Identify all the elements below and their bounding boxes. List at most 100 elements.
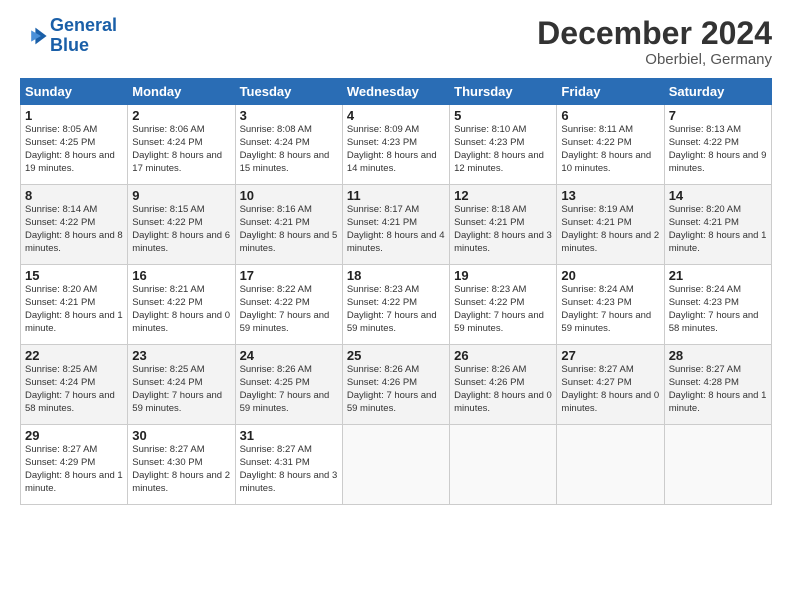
day-number: 24	[240, 348, 338, 363]
day-info: Sunrise: 8:19 AMSunset: 4:21 PMDaylight:…	[561, 204, 659, 255]
day-info: Sunrise: 8:06 AMSunset: 4:24 PMDaylight:…	[132, 124, 230, 175]
calendar-cell: 17Sunrise: 8:22 AMSunset: 4:22 PMDayligh…	[235, 265, 342, 345]
day-number: 6	[561, 108, 659, 123]
calendar-cell: 8Sunrise: 8:14 AMSunset: 4:22 PMDaylight…	[21, 185, 128, 265]
title-block: December 2024 Oberbiel, Germany	[537, 16, 772, 68]
day-number: 23	[132, 348, 230, 363]
day-number: 28	[669, 348, 767, 363]
day-info: Sunrise: 8:22 AMSunset: 4:22 PMDaylight:…	[240, 284, 338, 335]
day-info: Sunrise: 8:20 AMSunset: 4:21 PMDaylight:…	[25, 284, 123, 335]
header-day-tuesday: Tuesday	[235, 79, 342, 105]
calendar-body: 1Sunrise: 8:05 AMSunset: 4:25 PMDaylight…	[21, 105, 772, 505]
calendar-cell: 21Sunrise: 8:24 AMSunset: 4:23 PMDayligh…	[664, 265, 771, 345]
day-number: 20	[561, 268, 659, 283]
day-info: Sunrise: 8:25 AMSunset: 4:24 PMDaylight:…	[25, 364, 123, 415]
header-row: SundayMondayTuesdayWednesdayThursdayFrid…	[21, 79, 772, 105]
calendar-cell: 5Sunrise: 8:10 AMSunset: 4:23 PMDaylight…	[450, 105, 557, 185]
calendar-cell: 23Sunrise: 8:25 AMSunset: 4:24 PMDayligh…	[128, 345, 235, 425]
day-number: 8	[25, 188, 123, 203]
calendar-cell: 19Sunrise: 8:23 AMSunset: 4:22 PMDayligh…	[450, 265, 557, 345]
day-number: 27	[561, 348, 659, 363]
location: Oberbiel, Germany	[537, 51, 772, 68]
day-info: Sunrise: 8:24 AMSunset: 4:23 PMDaylight:…	[561, 284, 659, 335]
day-info: Sunrise: 8:25 AMSunset: 4:24 PMDaylight:…	[132, 364, 230, 415]
header-day-monday: Monday	[128, 79, 235, 105]
calendar-table: SundayMondayTuesdayWednesdayThursdayFrid…	[20, 78, 772, 505]
calendar-cell: 29Sunrise: 8:27 AMSunset: 4:29 PMDayligh…	[21, 425, 128, 505]
day-info: Sunrise: 8:13 AMSunset: 4:22 PMDaylight:…	[669, 124, 767, 175]
week-row-4: 22Sunrise: 8:25 AMSunset: 4:24 PMDayligh…	[21, 345, 772, 425]
day-info: Sunrise: 8:27 AMSunset: 4:31 PMDaylight:…	[240, 444, 338, 495]
header: General Blue December 2024 Oberbiel, Ger…	[20, 16, 772, 68]
calendar-cell: 25Sunrise: 8:26 AMSunset: 4:26 PMDayligh…	[342, 345, 449, 425]
day-info: Sunrise: 8:20 AMSunset: 4:21 PMDaylight:…	[669, 204, 767, 255]
calendar-cell	[557, 425, 664, 505]
week-row-1: 1Sunrise: 8:05 AMSunset: 4:25 PMDaylight…	[21, 105, 772, 185]
calendar-cell: 11Sunrise: 8:17 AMSunset: 4:21 PMDayligh…	[342, 185, 449, 265]
calendar-cell: 14Sunrise: 8:20 AMSunset: 4:21 PMDayligh…	[664, 185, 771, 265]
calendar-cell: 16Sunrise: 8:21 AMSunset: 4:22 PMDayligh…	[128, 265, 235, 345]
day-info: Sunrise: 8:23 AMSunset: 4:22 PMDaylight:…	[347, 284, 445, 335]
day-number: 10	[240, 188, 338, 203]
day-info: Sunrise: 8:26 AMSunset: 4:26 PMDaylight:…	[347, 364, 445, 415]
day-number: 26	[454, 348, 552, 363]
day-info: Sunrise: 8:27 AMSunset: 4:27 PMDaylight:…	[561, 364, 659, 415]
header-day-friday: Friday	[557, 79, 664, 105]
month-title: December 2024	[537, 16, 772, 51]
logo-icon	[20, 22, 48, 50]
day-number: 13	[561, 188, 659, 203]
day-info: Sunrise: 8:27 AMSunset: 4:28 PMDaylight:…	[669, 364, 767, 415]
header-day-saturday: Saturday	[664, 79, 771, 105]
calendar-cell: 22Sunrise: 8:25 AMSunset: 4:24 PMDayligh…	[21, 345, 128, 425]
calendar-cell: 1Sunrise: 8:05 AMSunset: 4:25 PMDaylight…	[21, 105, 128, 185]
day-info: Sunrise: 8:15 AMSunset: 4:22 PMDaylight:…	[132, 204, 230, 255]
calendar-cell	[450, 425, 557, 505]
day-info: Sunrise: 8:27 AMSunset: 4:30 PMDaylight:…	[132, 444, 230, 495]
calendar-cell	[664, 425, 771, 505]
day-number: 1	[25, 108, 123, 123]
day-number: 12	[454, 188, 552, 203]
calendar-cell: 31Sunrise: 8:27 AMSunset: 4:31 PMDayligh…	[235, 425, 342, 505]
week-row-2: 8Sunrise: 8:14 AMSunset: 4:22 PMDaylight…	[21, 185, 772, 265]
day-info: Sunrise: 8:09 AMSunset: 4:23 PMDaylight:…	[347, 124, 445, 175]
day-number: 2	[132, 108, 230, 123]
day-info: Sunrise: 8:08 AMSunset: 4:24 PMDaylight:…	[240, 124, 338, 175]
day-number: 11	[347, 188, 445, 203]
calendar-cell: 13Sunrise: 8:19 AMSunset: 4:21 PMDayligh…	[557, 185, 664, 265]
calendar-cell: 24Sunrise: 8:26 AMSunset: 4:25 PMDayligh…	[235, 345, 342, 425]
day-number: 17	[240, 268, 338, 283]
day-number: 15	[25, 268, 123, 283]
day-number: 4	[347, 108, 445, 123]
day-number: 3	[240, 108, 338, 123]
week-row-5: 29Sunrise: 8:27 AMSunset: 4:29 PMDayligh…	[21, 425, 772, 505]
day-info: Sunrise: 8:26 AMSunset: 4:26 PMDaylight:…	[454, 364, 552, 415]
day-number: 30	[132, 428, 230, 443]
calendar-cell: 10Sunrise: 8:16 AMSunset: 4:21 PMDayligh…	[235, 185, 342, 265]
calendar-cell: 9Sunrise: 8:15 AMSunset: 4:22 PMDaylight…	[128, 185, 235, 265]
day-number: 5	[454, 108, 552, 123]
day-info: Sunrise: 8:23 AMSunset: 4:22 PMDaylight:…	[454, 284, 552, 335]
logo-text: General Blue	[50, 16, 117, 56]
day-number: 7	[669, 108, 767, 123]
calendar-header: SundayMondayTuesdayWednesdayThursdayFrid…	[21, 79, 772, 105]
calendar-cell	[342, 425, 449, 505]
calendar-cell: 12Sunrise: 8:18 AMSunset: 4:21 PMDayligh…	[450, 185, 557, 265]
logo: General Blue	[20, 16, 117, 56]
day-number: 21	[669, 268, 767, 283]
calendar-cell: 26Sunrise: 8:26 AMSunset: 4:26 PMDayligh…	[450, 345, 557, 425]
day-number: 22	[25, 348, 123, 363]
day-number: 16	[132, 268, 230, 283]
calendar-cell: 4Sunrise: 8:09 AMSunset: 4:23 PMDaylight…	[342, 105, 449, 185]
day-number: 14	[669, 188, 767, 203]
day-info: Sunrise: 8:24 AMSunset: 4:23 PMDaylight:…	[669, 284, 767, 335]
day-info: Sunrise: 8:27 AMSunset: 4:29 PMDaylight:…	[25, 444, 123, 495]
day-number: 25	[347, 348, 445, 363]
day-info: Sunrise: 8:16 AMSunset: 4:21 PMDaylight:…	[240, 204, 338, 255]
header-day-wednesday: Wednesday	[342, 79, 449, 105]
calendar-cell: 3Sunrise: 8:08 AMSunset: 4:24 PMDaylight…	[235, 105, 342, 185]
calendar-cell: 15Sunrise: 8:20 AMSunset: 4:21 PMDayligh…	[21, 265, 128, 345]
day-number: 31	[240, 428, 338, 443]
page: General Blue December 2024 Oberbiel, Ger…	[0, 0, 792, 515]
day-info: Sunrise: 8:17 AMSunset: 4:21 PMDaylight:…	[347, 204, 445, 255]
calendar-cell: 30Sunrise: 8:27 AMSunset: 4:30 PMDayligh…	[128, 425, 235, 505]
